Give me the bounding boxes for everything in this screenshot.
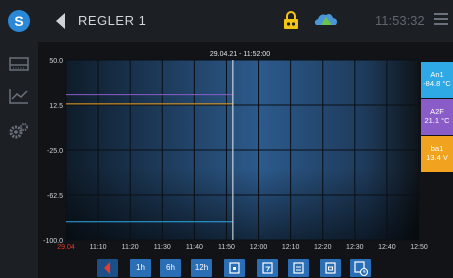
page-title: REGLER 1 <box>78 13 147 28</box>
dashboard-icon[interactable] <box>9 55 29 73</box>
legend-an1-value: -84.8 °C <box>423 79 451 88</box>
back-arrow-icon[interactable] <box>56 13 65 29</box>
legend-a2f-name: A2F <box>430 107 444 116</box>
menu-icon[interactable] <box>434 13 448 25</box>
legend-an1-name: An1 <box>430 70 444 79</box>
cursor-label: 29.04.21 - 11:52:00 <box>210 51 270 58</box>
range-week-button[interactable] <box>257 259 278 277</box>
range-1h-button[interactable]: 1h <box>130 259 151 277</box>
range-day-button[interactable] <box>224 259 245 277</box>
legend-an1[interactable]: An1 -84.8 °C <box>421 62 453 98</box>
range-month-button[interactable] <box>288 259 309 277</box>
legend-ba1-value: 13.4 V <box>426 153 448 162</box>
legend-a2f[interactable]: A2F 21.1 °C <box>421 99 453 135</box>
x-tick-label: 12:20 <box>314 244 332 251</box>
x-tick-label: 12:10 <box>282 244 300 251</box>
range-custom-button[interactable] <box>350 259 371 277</box>
legend-ba1[interactable]: ba1 13.4 V <box>421 136 453 172</box>
settings-icon[interactable] <box>9 122 29 140</box>
trend-chart[interactable]: 50.012.5-25.0-62.5-100.0 29.04 11:10 11:20… <box>38 42 453 278</box>
calendar-day-icon <box>229 262 240 274</box>
legend-ba1-name: ba1 <box>430 144 444 153</box>
calendar-year-icon <box>325 262 336 274</box>
cloud-icon[interactable] <box>313 11 339 29</box>
back-button[interactable] <box>97 259 118 277</box>
y-tick-label: 50.0 <box>49 58 63 65</box>
x-tick-label: 12:40 <box>378 244 396 251</box>
y-tick-label: -25.0 <box>47 148 63 155</box>
logo-icon[interactable]: S <box>8 10 30 32</box>
legend-a2f-value: 21.1 °C <box>424 116 450 125</box>
calendar-month-icon <box>293 262 304 274</box>
x-tick-label: 12:50 <box>410 244 428 251</box>
clock-time: 11:53:32 <box>375 13 425 28</box>
calendar-week-icon <box>262 262 273 274</box>
x-tick-label: 12:00 <box>250 244 268 251</box>
x-tick-label: 12:30 <box>346 244 364 251</box>
chart-icon[interactable] <box>9 87 29 105</box>
x-tick-label: 11:40 <box>186 244 203 251</box>
y-tick-label: 12.5 <box>49 103 63 110</box>
range-12h-button[interactable]: 12h <box>191 259 212 277</box>
calendar-clock-icon <box>354 261 369 277</box>
sidebar <box>0 42 38 278</box>
x-tick-label: 11:50 <box>218 244 235 251</box>
lock-icon[interactable] <box>283 11 299 30</box>
x-tick-label: 11:20 <box>122 244 139 251</box>
chart-area[interactable]: 50.0 12.5 -25.0 -62.5 -100.0 29.04 11:10 11:20… <box>38 42 453 278</box>
range-6h-button[interactable]: 6h <box>160 259 181 277</box>
x-tick-label: 11:30 <box>154 244 171 251</box>
red-back-icon <box>104 262 110 274</box>
x-tick-label: 29.04 <box>57 244 75 251</box>
x-tick-label: 11:10 <box>90 244 107 251</box>
top-bar: S REGLER 1 11:53:32 <box>0 0 453 42</box>
y-tick-label: -62.5 <box>47 193 63 200</box>
range-year-button[interactable] <box>320 259 341 277</box>
